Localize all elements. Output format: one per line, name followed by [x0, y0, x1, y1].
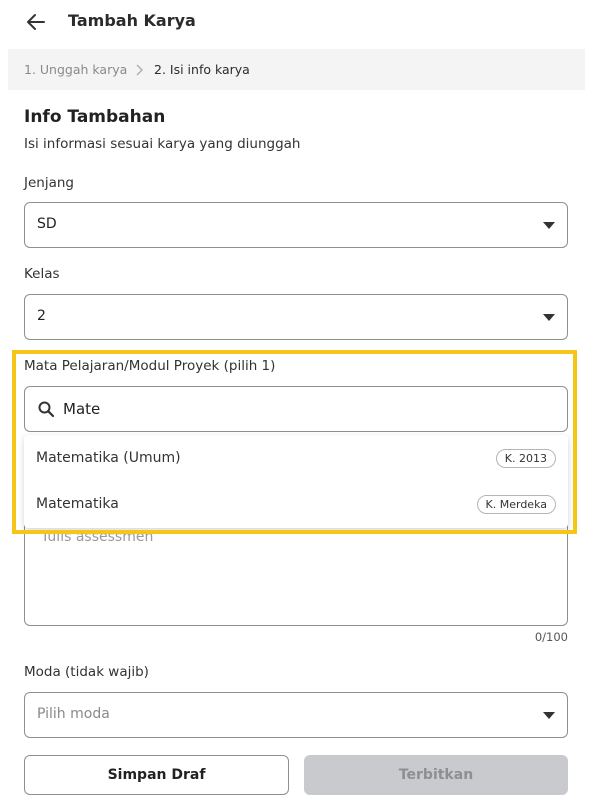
step-info: 2. Isi info karya — [154, 62, 250, 77]
jenjang-value: SD — [37, 216, 57, 232]
section-title: Info Tambahan — [24, 107, 166, 127]
publish-button[interactable]: Terbitkan — [304, 755, 568, 795]
chevron-right-icon — [132, 62, 146, 76]
caret-down-icon — [543, 314, 555, 321]
step-upload[interactable]: 1. Unggah karya — [24, 62, 127, 77]
save-draft-button[interactable]: Simpan Draf — [24, 755, 289, 795]
app-header: Tambah Karya — [0, 0, 597, 44]
page-title: Tambah Karya — [68, 11, 196, 30]
caret-down-icon — [543, 712, 555, 719]
arrow-left-icon[interactable] — [24, 10, 48, 34]
jenjang-select[interactable]: SD — [24, 202, 568, 248]
section-subtitle: Isi informasi sesuai karya yang diunggah — [24, 136, 301, 152]
kelas-value: 2 — [37, 308, 46, 324]
character-counter: 0/100 — [534, 630, 568, 644]
highlight-frame — [12, 350, 577, 534]
jenjang-label: Jenjang — [24, 175, 74, 191]
breadcrumb: 1. Unggah karya 2. Isi info karya — [8, 49, 585, 90]
moda-select[interactable]: Pilih moda — [24, 692, 568, 738]
kelas-select[interactable]: 2 — [24, 294, 568, 340]
moda-placeholder: Pilih moda — [37, 706, 110, 722]
caret-down-icon — [543, 222, 555, 229]
assessment-textarea[interactable]: Tulis assessmen — [24, 519, 568, 626]
moda-label: Moda (tidak wajib) — [24, 664, 149, 680]
kelas-label: Kelas — [24, 266, 60, 282]
